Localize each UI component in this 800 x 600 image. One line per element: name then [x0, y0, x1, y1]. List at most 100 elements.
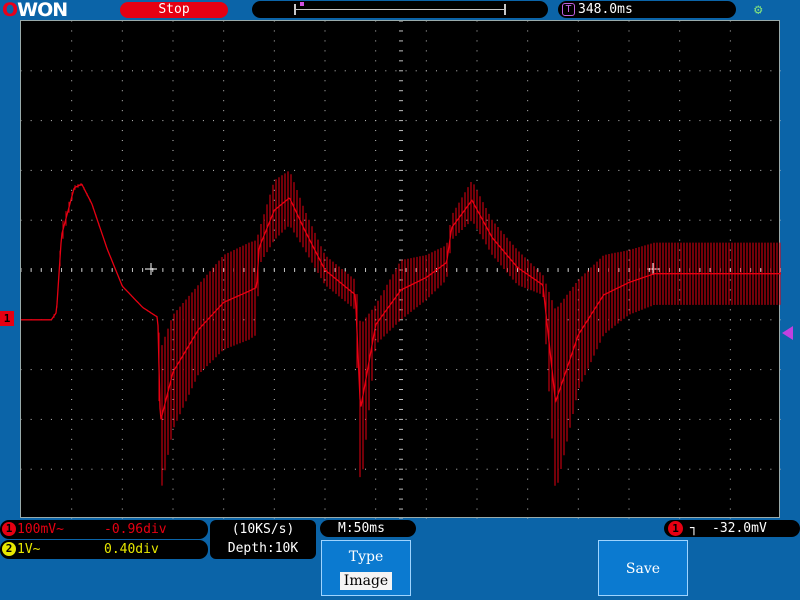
- trigger-time-icon: T: [562, 3, 575, 16]
- grid-dot: [111, 70, 113, 72]
- grid-dot: [223, 279, 225, 281]
- grid-dot: [192, 120, 194, 122]
- grid-dot: [689, 219, 691, 221]
- grid-dot: [192, 319, 194, 321]
- grid-dot: [223, 159, 225, 161]
- grid-dot: [618, 369, 620, 371]
- grid-dot: [577, 259, 579, 261]
- grid-dot: [750, 219, 752, 221]
- grid-dot: [91, 319, 93, 321]
- ch2-status[interactable]: 2 1V~ 0.40div: [0, 540, 208, 559]
- grid-dot: [567, 169, 569, 171]
- grid-dot: [405, 70, 407, 72]
- grid-dot: [324, 239, 326, 241]
- grid-dot: [324, 468, 326, 470]
- grid-dot: [456, 70, 458, 72]
- grid-dot: [101, 468, 103, 470]
- grid-dot: [71, 319, 73, 321]
- grid-dot: [182, 219, 184, 221]
- grid-dot: [71, 279, 73, 281]
- grid-dot: [375, 50, 377, 52]
- grid-dot: [486, 169, 488, 171]
- grid-dot: [446, 468, 448, 470]
- grid-dot: [223, 120, 225, 122]
- grid-dot: [30, 169, 32, 171]
- grid-dot: [40, 468, 42, 470]
- grid-dot: [294, 169, 296, 171]
- grid-dot: [547, 418, 549, 420]
- grid-dot: [324, 80, 326, 82]
- grid-dot: [506, 120, 508, 122]
- trigger-status[interactable]: 1 ┐ -32.0mV: [664, 520, 800, 537]
- grid-dot: [121, 149, 123, 151]
- run-state-indicator[interactable]: Stop: [120, 2, 228, 18]
- grid-dot: [527, 319, 529, 321]
- grid-dot: [628, 159, 630, 161]
- grid-dot: [172, 60, 174, 62]
- grid-dot: [527, 478, 529, 480]
- grid-dot: [71, 309, 73, 311]
- grid-dot: [162, 120, 164, 122]
- grid-dot: [729, 349, 731, 351]
- grid-dot: [375, 289, 377, 291]
- type-label: Type: [348, 549, 384, 565]
- grid-dot: [425, 50, 427, 52]
- grid-dot: [750, 468, 752, 470]
- save-button[interactable]: Save: [598, 540, 688, 596]
- grid-dot: [669, 369, 671, 371]
- grid-dot: [375, 239, 377, 241]
- grid-dot: [425, 149, 427, 151]
- grid-dot: [739, 468, 741, 470]
- ch1-status[interactable]: 1 100mV~ -0.96div: [0, 520, 208, 539]
- grid-dot: [527, 169, 529, 171]
- grid-dot: [223, 438, 225, 440]
- grid-dot: [689, 319, 691, 321]
- grid-dot: [152, 120, 154, 122]
- grid-dot: [233, 219, 235, 221]
- type-menu-button[interactable]: Type Image: [321, 540, 411, 596]
- grid-dot: [121, 319, 123, 321]
- grid-dot: [527, 249, 529, 251]
- grid-dot: [527, 110, 529, 112]
- grid-dot: [283, 319, 285, 321]
- grid-dot: [729, 518, 731, 519]
- grid-dot: [30, 369, 32, 371]
- grid-dot: [648, 418, 650, 420]
- grid-dot: [375, 130, 377, 132]
- trigger-channel: 1: [668, 521, 683, 536]
- grid-dot: [273, 259, 275, 261]
- grid-dot: [283, 120, 285, 122]
- grid-dot: [719, 319, 721, 321]
- ch1-offset: -0.96div: [104, 522, 167, 537]
- grid-dot: [496, 219, 498, 221]
- grid-dot: [517, 319, 519, 321]
- grid-dot: [405, 169, 407, 171]
- grid-dot: [131, 169, 133, 171]
- ch1-ground-marker[interactable]: 1: [0, 311, 14, 326]
- grid-dot: [425, 229, 427, 231]
- grid-dot: [162, 468, 164, 470]
- grid-dot: [40, 418, 42, 420]
- grid-dot: [324, 329, 326, 331]
- grid-dot: [243, 169, 245, 171]
- grid-dot: [223, 339, 225, 341]
- grid-dot: [273, 239, 275, 241]
- grid-dot: [50, 120, 52, 122]
- grid-dot: [729, 408, 731, 410]
- grid-dot: [628, 389, 630, 391]
- trigger-level-marker[interactable]: [782, 326, 793, 340]
- grid-dot: [476, 438, 478, 440]
- grid-dot: [223, 299, 225, 301]
- grid-dot: [517, 369, 519, 371]
- timebase[interactable]: M:50ms: [320, 520, 416, 537]
- grid-dot: [395, 120, 397, 122]
- grid-dot: [527, 70, 529, 72]
- grid-dot: [679, 70, 681, 72]
- memory-window-left-bracket: [294, 4, 296, 15]
- grid-dot: [71, 189, 73, 191]
- grid-dot: [557, 70, 559, 72]
- grid-dot: [425, 389, 427, 391]
- grid-dot: [567, 418, 569, 420]
- grid-dot: [223, 130, 225, 132]
- grid-dot: [527, 60, 529, 62]
